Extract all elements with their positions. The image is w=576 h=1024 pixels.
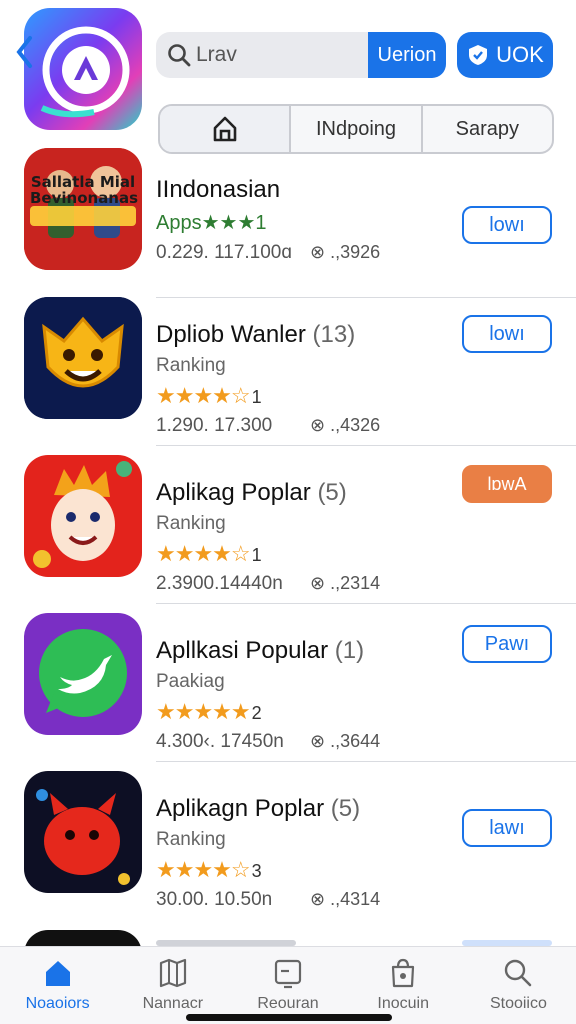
app-title: IIndonasian — [156, 176, 281, 203]
app-icon-art — [24, 148, 142, 270]
back-chevron-icon[interactable] — [14, 34, 34, 70]
get-button[interactable]: lowı — [462, 315, 552, 353]
tab-tv[interactable]: Reouran — [230, 947, 345, 1024]
get-button[interactable]: Pawı — [462, 625, 552, 663]
map-icon — [159, 958, 186, 988]
get-button[interactable]: lowı — [462, 206, 552, 244]
app-count: (1) — [334, 637, 365, 664]
app-subtitle: Ranking — [156, 355, 226, 376]
app-downloads: 4.300‹. 17450n — [156, 731, 284, 752]
star-icons: ★★★★★ — [156, 699, 251, 724]
app-title: Apllkasi Popular — [156, 637, 329, 664]
app-reviews: ⊗ .,3926 — [310, 242, 381, 262]
app-subtitle: Paakiag — [156, 671, 225, 692]
tab-map[interactable]: Nannacr — [115, 947, 230, 1024]
list-item[interactable]: Aplikag Poplar (5) Ranking ★★★★☆ 1 2.3900… — [0, 443, 576, 604]
app-icon — [24, 297, 142, 419]
list-item[interactable]: Apllkasi Popular (1) Paakiag ★★★★★ 2 4.30… — [0, 601, 576, 762]
app-reviews: ⊗ .,4326 — [310, 415, 381, 435]
store-logo — [24, 8, 142, 130]
app-count: (13) — [312, 321, 356, 348]
fox-face-icon — [24, 297, 142, 419]
rating-value: 3 — [251, 861, 262, 881]
get-button[interactable]: lɒwA — [462, 465, 552, 503]
search-button[interactable]: Uerion — [368, 32, 446, 78]
home-icon — [45, 961, 70, 986]
app-title: Aplikagn Poplar — [156, 795, 325, 822]
rating-value: 2 — [251, 703, 262, 723]
red-monster-icon — [24, 771, 142, 893]
app-icon: Sallatla Mial Bevinonanas — [24, 148, 142, 270]
rating-stars: ★★★★★ 2 — [156, 699, 262, 725]
app-icon — [24, 455, 142, 577]
app-name: Dpliob Wanler (13) — [156, 321, 355, 349]
app-count: (5) — [317, 479, 347, 506]
shield-icon — [469, 45, 488, 65]
search-icon — [168, 44, 191, 67]
search-input[interactable] — [196, 40, 362, 70]
app-name: Aplikagn Poplar (5) — [156, 795, 360, 823]
tab-home[interactable]: Noaoiors — [0, 947, 115, 1024]
tv-icon — [274, 959, 302, 989]
tab-label: Nannacr — [142, 995, 204, 1012]
home-icon — [213, 116, 236, 142]
star-icons: ★★★★☆ — [156, 857, 251, 882]
store-logo-mark — [40, 26, 130, 118]
app-downloads: 30.00. 10.50n — [156, 889, 273, 910]
app-reviews: ⊗ .,4314 — [310, 889, 381, 909]
tab-search[interactable]: Stooiico — [461, 947, 576, 1024]
tab-label: Reouran — [257, 995, 319, 1012]
header: Uerion UOK INdpoing Sarapy — [0, 0, 576, 160]
app-name: IIndonasian — [156, 176, 280, 204]
app-subtitle: Ranking — [156, 513, 226, 534]
search-bar: Uerion — [156, 32, 446, 78]
star-icons: ★★★★☆ — [156, 541, 251, 566]
tab-label: Noaoiors — [25, 995, 90, 1012]
list-item[interactable]: Dpliob Wanler (13) Ranking ★★★★☆ 1 1.290.… — [0, 285, 576, 446]
rating-stars: ★★★★☆ 1 — [156, 383, 262, 409]
app-title: Aplikag Poplar — [156, 479, 311, 506]
cartoon-face-icon — [24, 455, 142, 577]
app-icon-caption: Sallatla Mial Bevinonanas — [30, 173, 139, 207]
rating-value: 1 — [251, 545, 262, 565]
app-title: Dpliob Wanler — [156, 321, 306, 348]
bird-chat-icon — [24, 613, 142, 735]
ok-button[interactable]: UOK — [457, 32, 553, 78]
rating-stars: ★★★★☆ 3 — [156, 857, 262, 883]
tab-label: Stooiico — [489, 995, 547, 1012]
app-icon — [24, 613, 142, 735]
home-indicator — [186, 1014, 392, 1021]
list-item[interactable]: Aplikagn Poplar (5) Ranking ★★★★☆ 3 30.00… — [0, 759, 576, 917]
search-icon — [505, 959, 532, 987]
app-name: Aplikag Poplar (5) — [156, 479, 347, 507]
bag-icon — [392, 958, 415, 988]
ok-button-label: UOK — [496, 42, 544, 67]
tab-bag[interactable]: Inocuin — [346, 947, 461, 1024]
star-icons: ★★★★☆ — [156, 383, 251, 408]
tab-bar: Noaoiors Nannacr Reouran Inocuin Stooiic… — [0, 946, 576, 1024]
app-subtitle: Apps★★★1 — [156, 212, 267, 234]
app-reviews: ⊗ .,2314 — [310, 573, 381, 593]
app-subtitle: Ranking — [156, 829, 226, 850]
app-icon — [24, 771, 142, 893]
app-name: Apllkasi Popular (1) — [156, 637, 364, 665]
app-reviews: ⊗ .,3644 — [310, 731, 381, 751]
rating-stars: ★★★★☆ 1 — [156, 541, 262, 567]
rating-value: 1 — [251, 387, 262, 407]
app-count: (5) — [330, 795, 361, 822]
app-downloads: 0.229. 117.100ɑ — [156, 242, 292, 263]
get-button[interactable]: lawı — [462, 809, 552, 847]
app-downloads: 1.290. 17.300 — [156, 415, 273, 436]
list-item[interactable]: Sallatla Mial Bevinonanas IIndonasian Ap… — [0, 140, 576, 298]
app-downloads: 2.3900.14440n — [156, 573, 283, 594]
tab-label: Inocuin — [377, 995, 429, 1012]
